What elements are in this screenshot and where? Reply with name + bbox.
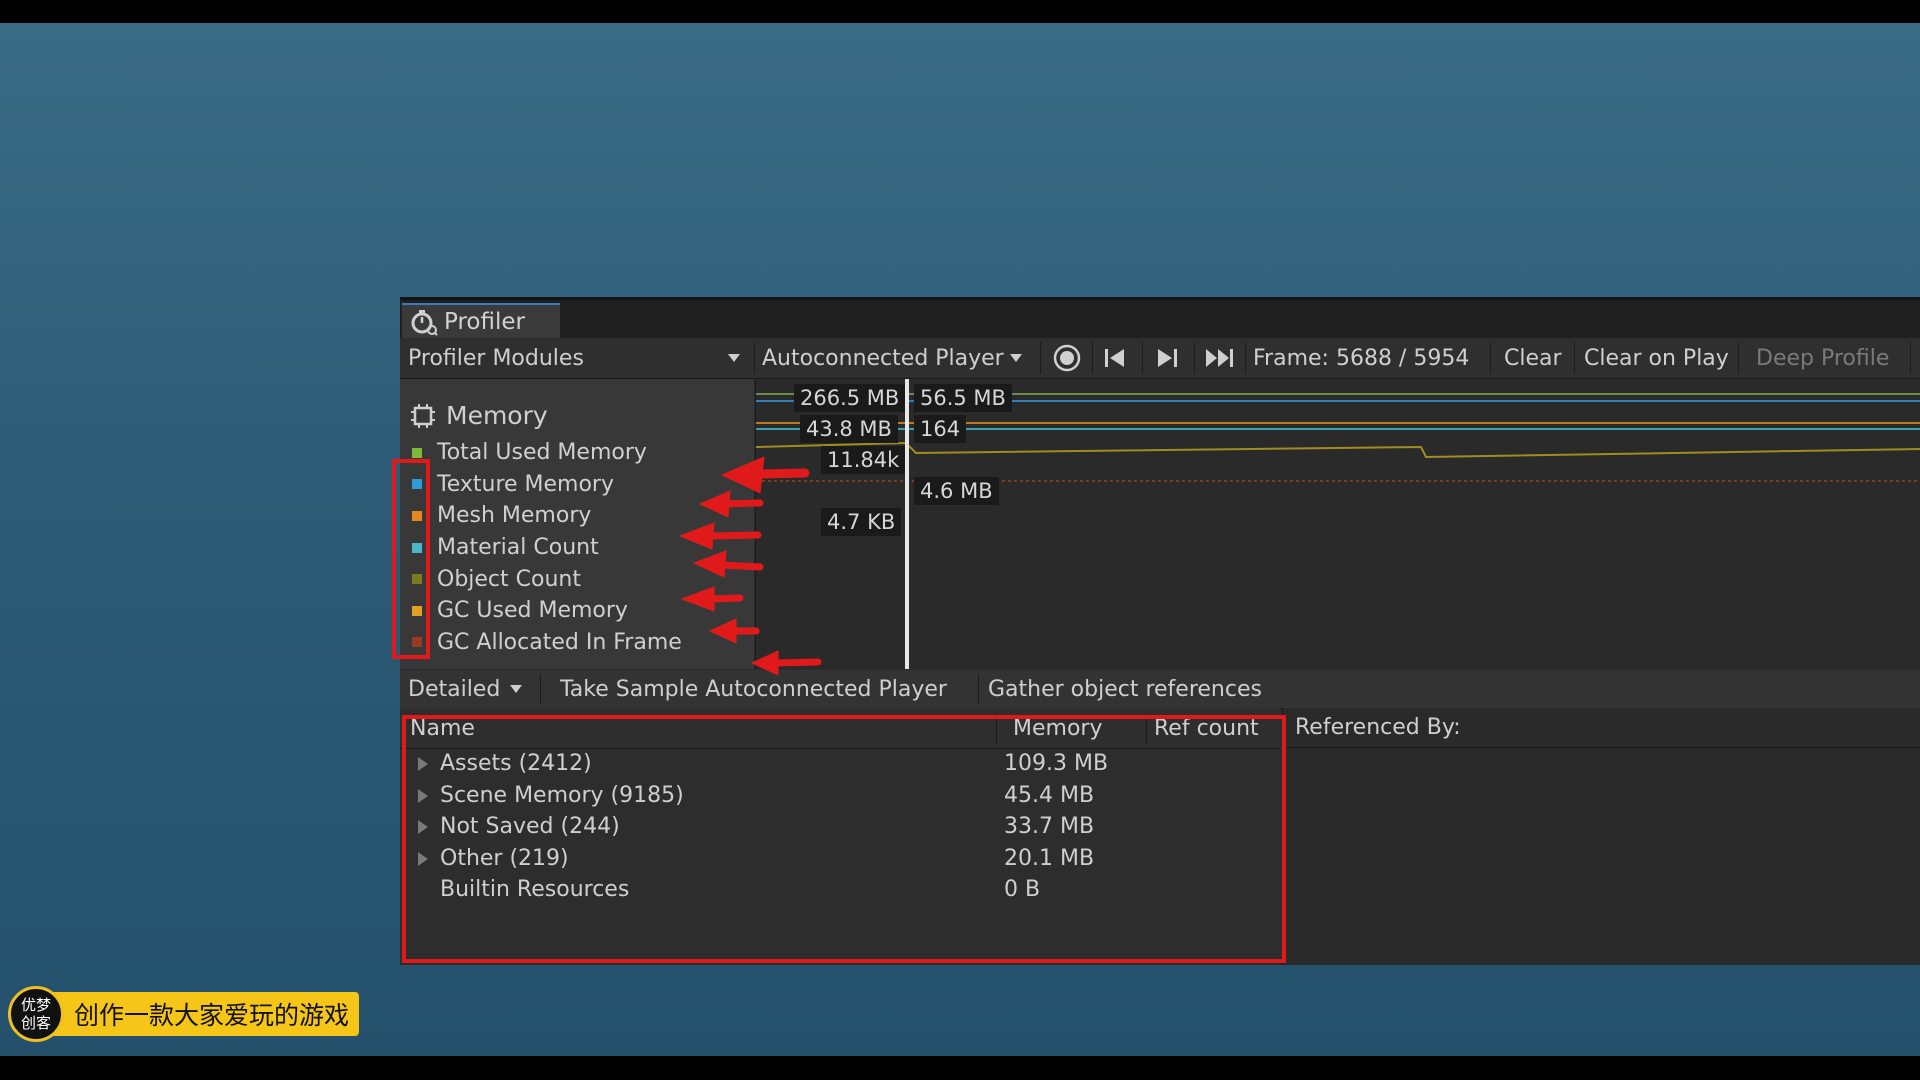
- legend-swatch: [412, 447, 422, 458]
- annotation-box-legend-swatches: [392, 459, 430, 659]
- step-forward-icon: [1158, 349, 1177, 367]
- legend-item-texture-memory[interactable]: Texture Memory: [410, 469, 682, 501]
- gather-refs-label: Gather object references: [988, 676, 1262, 702]
- graph-value-label: 4.6 MB: [914, 477, 999, 505]
- annotation-arrow: [708, 594, 744, 603]
- legend-item-gc-allocated-in-frame[interactable]: GC Allocated In Frame: [410, 627, 682, 659]
- clear-label: Clear: [1504, 345, 1562, 371]
- divider: [978, 674, 979, 704]
- legend-label: Texture Memory: [437, 471, 614, 497]
- legend-item-object-count[interactable]: Object Count: [410, 563, 682, 595]
- tab-bar: Profiler: [400, 300, 1920, 338]
- gather-object-references-toggle[interactable]: Gather object references: [988, 670, 1262, 708]
- view-mode-dropdown[interactable]: Detailed: [408, 670, 523, 708]
- profiler-toolbar: Profiler Modules Autoconnected Player Fr…: [400, 338, 1920, 379]
- legend-item-mesh-memory[interactable]: Mesh Memory: [410, 500, 682, 532]
- next-frame-button[interactable]: [1154, 338, 1180, 378]
- letterbox-bottom: [0, 1056, 1920, 1080]
- current-frame-button[interactable]: [1204, 338, 1236, 378]
- legend-item-material-count[interactable]: Material Count: [410, 532, 682, 564]
- view-mode-label: Detailed: [408, 676, 501, 702]
- profiler-window: Profiler Profiler Modules Autoconnected …: [392, 297, 1920, 965]
- chevron-down-icon: [510, 685, 523, 693]
- clear-on-play-label: Clear on Play: [1584, 345, 1729, 371]
- legend-label: GC Used Memory: [437, 598, 628, 624]
- annotation-arrows: [678, 456, 822, 676]
- annotation-arrow-head: [680, 586, 715, 612]
- annotation-arrow-head: [692, 550, 727, 578]
- record-icon: [1053, 344, 1081, 372]
- stopwatch-icon: [411, 309, 438, 336]
- graph-value-label: 164: [914, 415, 967, 443]
- graph-value-label: 43.8 MB: [800, 415, 898, 443]
- tab-title: Profiler: [444, 308, 525, 335]
- legend-label: Object Count: [437, 566, 581, 592]
- referenced-by-label: Referenced By:: [1295, 715, 1461, 740]
- legend-list: Total Used Memory Texture Memory Mesh Me…: [410, 437, 682, 658]
- divider: [1574, 342, 1575, 374]
- annotation-arrow: [770, 658, 822, 667]
- chip-icon: [411, 403, 435, 428]
- legend-label: Material Count: [437, 535, 599, 561]
- profiler-modules-label: Profiler Modules: [408, 345, 584, 371]
- record-button[interactable]: [1052, 338, 1082, 378]
- player-label: Autoconnected Player: [762, 345, 1004, 371]
- memory-graph[interactable]: 266.5 MB 56.5 MB 43.8 MB 164 11.84k 4.6 …: [755, 379, 1920, 669]
- annotation-arrow: [706, 531, 762, 540]
- annotation-arrow-head: [708, 618, 737, 644]
- legend-label: Mesh Memory: [437, 503, 592, 529]
- series-line-object-count: [756, 441, 1920, 459]
- annotation-arrow-head: [720, 456, 765, 494]
- player-dropdown[interactable]: Autoconnected Player: [762, 338, 1022, 378]
- chevron-down-icon: [728, 354, 740, 362]
- channel-logo-text: 优梦 创客: [20, 996, 51, 1032]
- frame-counter: Frame: 5688 / 5954: [1253, 338, 1469, 378]
- annotation-box-detail-table: [402, 715, 1286, 963]
- channel-caption: 创作一款大家爱玩的游戏: [50, 992, 360, 1036]
- divider: [540, 674, 541, 704]
- legend-item-gc-used-memory[interactable]: GC Used Memory: [410, 595, 682, 627]
- graph-value-label: 266.5 MB: [794, 384, 906, 412]
- frame-counter-text: Frame: 5688 / 5954: [1253, 345, 1470, 371]
- channel-caption-text: 创作一款大家爱玩的游戏: [74, 1001, 350, 1030]
- chevron-down-icon: [1009, 354, 1022, 362]
- referenced-by-panel: Referenced By:: [1282, 708, 1920, 965]
- take-sample-label: Take Sample Autoconnected Player: [560, 676, 947, 702]
- referenced-by-header: Referenced By:: [1283, 708, 1920, 748]
- divider: [1490, 342, 1491, 374]
- legend-label: GC Allocated In Frame: [437, 629, 682, 655]
- clear-button[interactable]: Clear: [1504, 338, 1562, 378]
- graph-value-label: 56.5 MB: [914, 384, 1012, 412]
- divider: [754, 342, 755, 374]
- detail-toolbar: Detailed Take Sample Autoconnected Playe…: [400, 670, 1920, 709]
- memory-title-text: Memory: [446, 401, 548, 430]
- deep-profile-toggle[interactable]: Deep Profile: [1756, 338, 1889, 378]
- annotation-arrow: [755, 468, 810, 479]
- memory-module-title[interactable]: Memory: [410, 401, 548, 430]
- step-back-icon: [1105, 349, 1124, 367]
- tab-profiler[interactable]: Profiler: [402, 303, 560, 338]
- annotation-arrow-head: [698, 490, 731, 518]
- annotation-arrow-head: [750, 650, 779, 676]
- clear-on-play-toggle[interactable]: Clear on Play: [1584, 338, 1729, 378]
- profiler-modules-dropdown[interactable]: Profiler Modules: [408, 338, 748, 378]
- legend-label: Total Used Memory: [437, 440, 647, 466]
- divider: [1738, 342, 1739, 374]
- divider: [1194, 342, 1195, 374]
- divider: [1910, 342, 1911, 374]
- divider: [1040, 342, 1041, 374]
- fast-forward-icon: [1206, 349, 1233, 367]
- annotation-arrow-head: [678, 522, 715, 550]
- legend-item-total-used-memory[interactable]: Total Used Memory: [410, 437, 682, 469]
- divider: [1245, 342, 1246, 374]
- channel-logo: 优梦 创客: [8, 986, 64, 1042]
- channel-badge: 优梦 创客 创作一款大家爱玩的游戏: [8, 986, 360, 1042]
- previous-frame-button[interactable]: [1102, 338, 1128, 378]
- divider: [1092, 342, 1093, 374]
- deep-profile-label: Deep Profile: [1756, 345, 1890, 371]
- divider: [1142, 342, 1143, 374]
- annotation-arrow: [718, 561, 764, 571]
- letterbox-top: [0, 0, 1920, 23]
